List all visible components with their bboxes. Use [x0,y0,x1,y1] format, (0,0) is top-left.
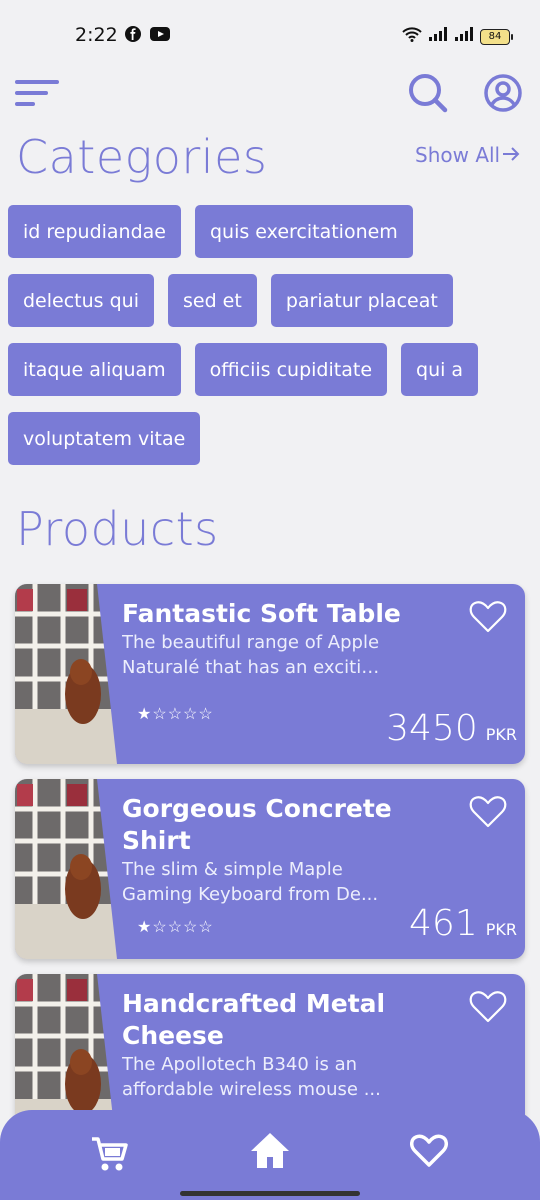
category-chip[interactable]: quis exercitationem [194,205,413,258]
bottom-navigation [0,1110,540,1200]
heart-icon[interactable] [410,1134,448,1173]
search-icon[interactable] [407,72,449,119]
product-price: 461 PKR [409,903,517,944]
category-chip[interactable]: qui a [401,343,479,396]
status-indicators: 84 [402,26,513,47]
product-price: 3450 PKR [386,708,517,749]
category-chip[interactable]: officiis cupiditate [194,343,388,396]
product-description: The beautiful range of Apple Naturalé th… [122,632,387,678]
show-all-label: Show All [415,143,501,167]
product-card[interactable]: Gorgeous Concrete Shirt The slim & simpl… [15,779,525,959]
favorite-heart-icon[interactable] [469,795,507,834]
product-description: The Apollotech B340 is an affordable wir… [122,1054,381,1100]
product-image [15,584,135,764]
show-all-link[interactable]: Show All [415,143,520,167]
category-chips: id repudiandae quis exercitationem delec… [8,205,533,481]
home-icon[interactable] [249,1130,291,1177]
signal-icon [428,26,448,47]
category-chip[interactable]: pariatur placeat [270,274,453,327]
products-title: Products [16,502,219,556]
signal-icon [454,26,474,47]
categories-title: Categories [16,130,268,184]
favorite-heart-icon[interactable] [469,990,507,1029]
cart-icon[interactable] [90,1134,130,1179]
category-chip[interactable]: delectus qui [8,274,154,327]
category-chip[interactable]: voluptatem vitae [8,412,201,465]
product-name: Gorgeous Concrete Shirt [122,794,392,855]
star-rating: ★☆☆☆☆ [137,919,214,936]
product-description: The slim & simple Maple Gaming Keyboard … [122,859,379,905]
menu-icon[interactable] [15,78,61,108]
product-name: Fantastic Soft Table [122,599,401,628]
wifi-icon [402,26,422,47]
top-app-bar [0,70,540,120]
star-rating: ★☆☆☆☆ [137,706,214,723]
category-chip[interactable]: sed et [167,274,257,327]
facebook-icon [125,26,141,47]
product-name: Handcrafted Metal Cheese [122,989,386,1050]
category-chip[interactable]: id repudiandae [8,205,181,258]
status-time: 2:22 [75,24,118,46]
gesture-bar [180,1191,360,1196]
product-card[interactable]: Fantastic Soft Table The beautiful range… [15,584,525,764]
category-chip[interactable]: itaque aliquam [8,343,181,396]
favorite-heart-icon[interactable] [469,600,507,639]
youtube-icon [150,26,170,47]
arrow-right-icon [502,143,520,167]
account-circle-icon[interactable] [482,72,524,119]
battery-icon: 84 [480,28,513,45]
status-bar: 2:22 84 [0,0,540,70]
product-image [15,779,135,959]
